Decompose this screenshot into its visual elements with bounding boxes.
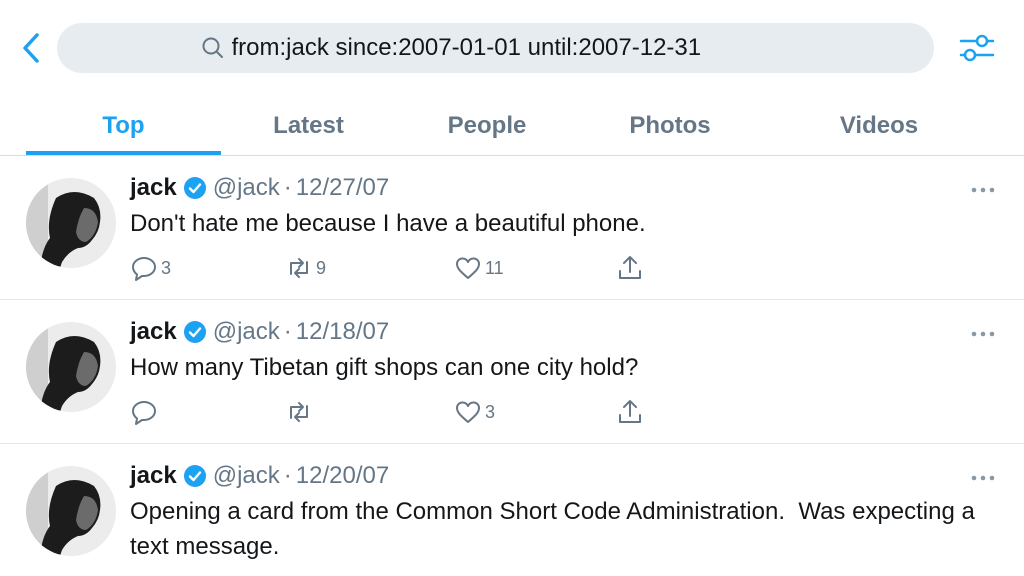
tweet[interactable]: jack @jack · 12/27/07 Don't hate me beca… — [0, 156, 1024, 300]
avatar[interactable] — [26, 466, 116, 556]
tweet-date[interactable]: 12/20/07 — [296, 462, 389, 490]
profile-photo — [26, 178, 116, 268]
search-filter-button[interactable] — [955, 30, 999, 66]
tab-people[interactable]: People — [396, 96, 578, 155]
display-name[interactable]: jack — [130, 318, 177, 346]
top-bar — [0, 0, 1024, 96]
tweet-text: Opening a card from the Common Short Cod… — [130, 498, 982, 560]
more-dots-icon — [971, 475, 995, 481]
like-button[interactable]: 11 — [454, 254, 504, 282]
active-tab-indicator — [26, 151, 221, 155]
like-count: 3 — [485, 401, 496, 422]
profile-photo — [26, 466, 116, 556]
user-handle[interactable]: @jack — [213, 462, 280, 490]
retweet-button[interactable] — [285, 398, 316, 426]
tweet-header: jack @jack · 12/18/07 — [130, 318, 389, 346]
more-dots-icon — [971, 331, 995, 337]
heart-icon — [456, 257, 480, 279]
search-input[interactable] — [231, 34, 792, 62]
reply-icon — [132, 257, 156, 281]
reply-icon — [132, 401, 156, 425]
tab-videos[interactable]: Videos — [762, 96, 996, 155]
tweet-actions: 3 — [130, 398, 650, 428]
reply-button[interactable]: 3 — [130, 254, 171, 282]
display-name[interactable]: jack — [130, 462, 177, 490]
sliders-icon — [959, 34, 995, 62]
display-name[interactable]: jack — [130, 174, 177, 202]
more-options-button[interactable] — [968, 326, 998, 342]
share-button[interactable] — [616, 398, 644, 426]
profile-photo — [26, 322, 116, 412]
tweet[interactable]: jack @jack · 12/18/07 How many Tibetan g… — [0, 300, 1024, 444]
share-button[interactable] — [616, 254, 644, 282]
reply-count: 3 — [161, 257, 172, 278]
tweet-text: How many Tibetan gift shops can one city… — [130, 354, 639, 381]
verified-badge-icon — [183, 177, 206, 199]
chevron-left-icon — [23, 33, 39, 63]
tab-top[interactable]: Top — [26, 96, 221, 155]
retweet-icon — [290, 402, 308, 422]
meta-separator: · — [283, 174, 292, 201]
user-handle[interactable]: @jack — [213, 318, 280, 346]
search-bar[interactable] — [57, 23, 934, 73]
avatar[interactable] — [26, 322, 116, 412]
more-options-button[interactable] — [968, 182, 998, 198]
tab-photos[interactable]: Photos — [578, 96, 762, 155]
more-options-button[interactable] — [968, 470, 998, 486]
like-button[interactable]: 3 — [454, 398, 495, 426]
more-dots-icon — [971, 187, 995, 193]
tweet-header: jack @jack · 12/20/07 — [130, 462, 389, 490]
meta-separator: · — [283, 462, 292, 489]
verified-badge-icon — [183, 465, 206, 487]
heart-icon — [456, 401, 480, 423]
tweet-actions: 3 9 11 — [130, 254, 650, 284]
tab-latest[interactable]: Latest — [221, 96, 396, 155]
search-tabs: Top Latest People Photos Videos — [0, 96, 1024, 156]
tweet-date[interactable]: 12/18/07 — [296, 318, 389, 346]
meta-separator: · — [283, 318, 292, 345]
user-handle[interactable]: @jack — [213, 174, 280, 202]
avatar[interactable] — [26, 178, 116, 268]
tweet-header: jack @jack · 12/27/07 — [130, 174, 389, 202]
tweet-date[interactable]: 12/27/07 — [296, 174, 389, 202]
tweet[interactable]: jack @jack · 12/20/07 Opening a card fro… — [0, 444, 1024, 576]
tweet-text: Don't hate me because I have a beautiful… — [130, 210, 646, 237]
retweet-icon — [290, 258, 308, 278]
like-count: 11 — [485, 257, 504, 278]
retweet-count: 9 — [316, 257, 327, 278]
share-icon — [619, 256, 641, 279]
verified-badge-icon — [183, 321, 206, 343]
retweet-button[interactable]: 9 — [285, 254, 326, 282]
back-button[interactable] — [16, 30, 48, 66]
share-icon — [619, 400, 641, 423]
search-icon — [202, 37, 223, 58]
reply-button[interactable] — [130, 398, 161, 426]
